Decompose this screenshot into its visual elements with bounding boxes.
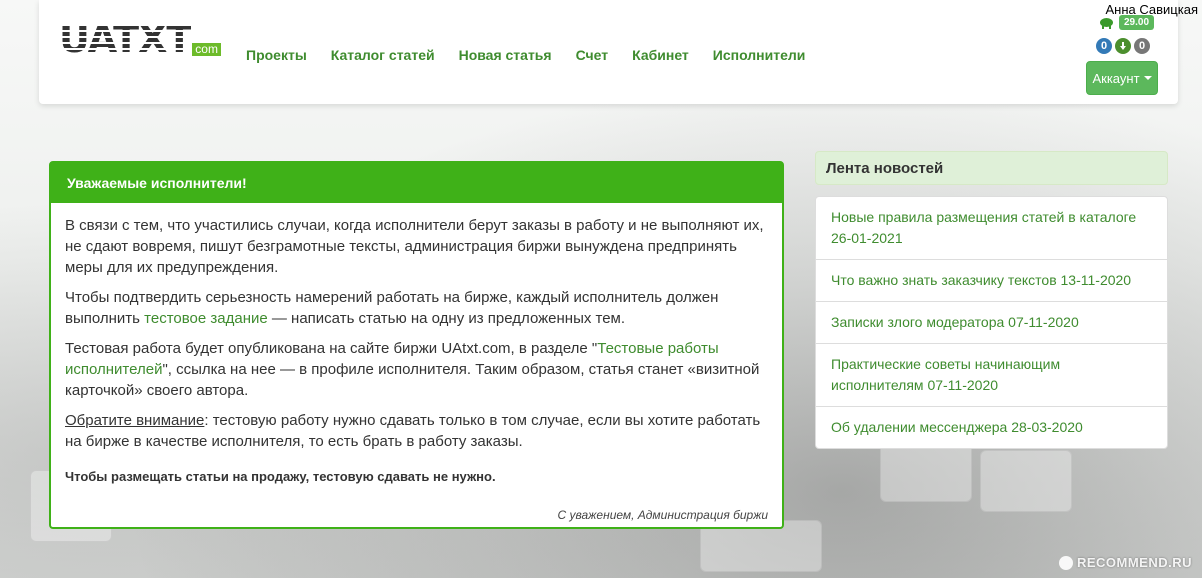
watermark-logo-icon (1058, 555, 1073, 570)
notice-signature: С уважением, Администрация биржи (557, 508, 768, 522)
news-list: Новые правила размещения статей в катало… (815, 196, 1168, 449)
news-item[interactable]: Новые правила размещения статей в катало… (816, 197, 1167, 260)
caret-down-icon (1143, 76, 1152, 80)
attention-label: Обратите внимание (65, 412, 205, 429)
logo-text: UATXT (59, 17, 192, 61)
piggy-bank-icon (1099, 17, 1115, 29)
nav-item-projects[interactable]: Проекты (246, 47, 307, 63)
nav-item-account-balance[interactable]: Счет (576, 47, 609, 63)
balance-badge: 29.00 (1119, 15, 1155, 30)
balance[interactable]: 29.00 (1099, 15, 1155, 30)
nav-item-catalog[interactable]: Каталог статей (331, 47, 435, 63)
orders-badge[interactable]: 0 (1134, 38, 1150, 54)
watermark: RECOMMEND.RU (1058, 555, 1192, 570)
notice-paragraph-2: Чтобы подтвердить серьезность намерений … (65, 289, 719, 327)
notice-panel: Уважаемые исполнители! В связи с тем, чт… (49, 161, 784, 529)
notice-paragraph-3: Тестовая работа будет опубликована на са… (65, 340, 760, 399)
news-item[interactable]: Что важно знать заказчику текстов 13-11-… (816, 260, 1167, 302)
watermark-text: RECOMMEND.RU (1076, 555, 1192, 570)
news-feed-title: Лента новостей (815, 151, 1168, 185)
notice-body: В связи с тем, что участились случаи, ко… (51, 203, 782, 526)
notice-bold-note: Чтобы размещать статьи на продажу, тесто… (65, 469, 496, 484)
news-item[interactable]: Записки злого модератора 07-11-2020 (816, 302, 1167, 344)
notification-badges: 0 0 (1096, 38, 1150, 54)
site-logo[interactable]: UATXT com (59, 18, 221, 58)
site-header: UATXT com Проекты Каталог статей Новая с… (39, 0, 1178, 104)
notice-paragraph-1: В связи с тем, что участились случаи, ко… (65, 217, 764, 276)
main-nav: Проекты Каталог статей Новая статья Счет… (246, 47, 829, 63)
news-item[interactable]: Практические советы начинающим исполните… (816, 344, 1167, 407)
nav-item-cabinet[interactable]: Кабинет (632, 47, 689, 63)
nav-item-performers[interactable]: Исполнители (713, 47, 806, 63)
download-badge[interactable] (1115, 38, 1131, 54)
messages-badge[interactable]: 0 (1096, 38, 1112, 54)
logo-suffix: com (192, 43, 221, 56)
account-dropdown-button[interactable]: Аккаунт (1086, 61, 1158, 95)
nav-item-new-article[interactable]: Новая статья (459, 47, 552, 63)
account-button-label: Аккаунт (1092, 70, 1140, 86)
notice-title: Уважаемые исполнители! (51, 163, 782, 203)
news-item[interactable]: Об удалении мессенджера 28-03-2020 (816, 407, 1167, 448)
test-task-link[interactable]: тестовое задание (144, 310, 268, 327)
news-feed: Лента новостей Новые правила размещения … (815, 151, 1168, 449)
notice-paragraph-4: Обратите внимание: тестовую работу нужно… (65, 412, 761, 450)
download-icon (1119, 42, 1127, 50)
